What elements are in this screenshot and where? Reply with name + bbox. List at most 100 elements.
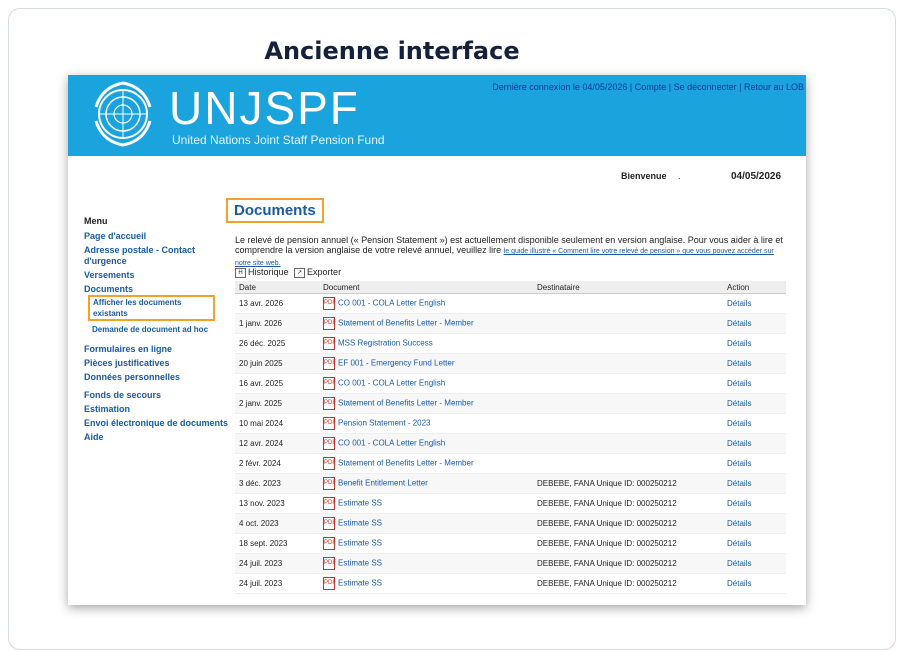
menu-item-forms[interactable]: Formulaires en ligne <box>84 344 232 355</box>
document-link[interactable]: Estimate SS <box>338 539 382 548</box>
row-recipient <box>533 433 723 454</box>
row-action: Détails <box>723 413 786 434</box>
document-link[interactable]: Estimate SS <box>338 519 382 528</box>
menu-item-personal-data[interactable]: Données personnelles <box>84 372 232 383</box>
details-link[interactable]: Détails <box>727 539 751 548</box>
export-button[interactable]: Exporter <box>307 267 341 277</box>
pdf-icon: PDF <box>323 457 336 470</box>
document-link[interactable]: CO 001 - COLA Letter English <box>338 439 445 448</box>
menu-item-help[interactable]: Aide <box>84 432 232 443</box>
details-link[interactable]: Détails <box>727 319 751 328</box>
row-document: PDF Estimate SS <box>319 573 533 594</box>
brand-subtitle: United Nations Joint Staff Pension Fund <box>172 133 385 147</box>
document-link[interactable]: Pension Statement - 2023 <box>338 419 431 428</box>
row-date: 10 mai 2024 <box>235 413 319 434</box>
row-action: Détails <box>723 573 786 594</box>
row-recipient <box>533 453 723 474</box>
row-recipient: DEBEBE, FANA Unique ID: 000250212 <box>533 513 723 534</box>
table-row: 12 avr. 2024 PDF CO 001 - COLA Letter Engl… <box>235 433 786 454</box>
pdf-icon: PDF <box>323 537 336 550</box>
row-date: 2 janv. 2025 <box>235 393 319 414</box>
col-recipient[interactable]: Destinataire <box>533 281 723 294</box>
row-recipient <box>533 393 723 414</box>
menu-item-emergency-fund[interactable]: Fonds de secours <box>84 390 232 401</box>
document-link[interactable]: Estimate SS <box>338 559 382 568</box>
col-document[interactable]: Document <box>319 281 533 294</box>
menu-sub-adhoc-request[interactable]: Demande de document ad hoc <box>92 324 232 335</box>
row-action: Détails <box>723 513 786 534</box>
details-link[interactable]: Détails <box>727 559 751 568</box>
header-banner: Dernière connexion le 04/05/2026 | Compt… <box>68 75 806 156</box>
intro-text: Le relevé de pension annuel (« Pension S… <box>235 235 787 269</box>
document-link[interactable]: Statement of Benefits Letter - Member <box>338 459 474 468</box>
row-date: 16 avr. 2025 <box>235 373 319 394</box>
document-link[interactable]: Estimate SS <box>338 499 382 508</box>
current-date: 04/05/2026 <box>731 171 782 182</box>
document-link[interactable]: CO 001 - COLA Letter English <box>338 299 445 308</box>
row-action: Détails <box>723 293 786 314</box>
documents-heading: Documents <box>226 198 324 223</box>
details-link[interactable]: Détails <box>727 379 751 388</box>
top-links[interactable]: Dernière connexion le 04/05/2026 | Compt… <box>492 82 804 92</box>
row-recipient: DEBEBE, FANA Unique ID: 000250212 <box>533 473 723 494</box>
row-recipient <box>533 313 723 334</box>
details-link[interactable]: Détails <box>727 499 751 508</box>
table-row: 18 sept. 2023 PDF Estimate SS DEBEBE, FANA … <box>235 533 786 554</box>
pdf-icon: PDF <box>323 337 336 350</box>
row-document: PDF Statement of Benefits Letter - Member <box>319 393 533 414</box>
table-row: 2 janv. 2025 PDF Statement of Benefits Let… <box>235 393 786 414</box>
details-link[interactable]: Détails <box>727 399 751 408</box>
table-row: 10 mai 2024 PDF Pension Statement - 2023 Dé… <box>235 413 786 434</box>
row-action: Détails <box>723 553 786 574</box>
details-link[interactable]: Détails <box>727 419 751 428</box>
row-action: Détails <box>723 353 786 374</box>
documents-table: Date Document Destinataire Action 13 avr… <box>235 281 786 594</box>
row-action: Détails <box>723 533 786 554</box>
row-recipient <box>533 333 723 354</box>
pdf-icon: PDF <box>323 417 336 430</box>
row-document: PDF Benefit Entitlement Letter <box>319 473 533 494</box>
menu-item-payments[interactable]: Versements <box>84 270 232 281</box>
menu-item-estimate[interactable]: Estimation <box>84 404 232 415</box>
document-link[interactable]: Statement of Benefits Letter - Member <box>338 319 474 328</box>
document-link[interactable]: EF 001 - Emergency Fund Letter <box>338 359 455 368</box>
row-date: 1 janv. 2026 <box>235 313 319 334</box>
menu-item-electronic-submission[interactable]: Envoi électronique de documents <box>84 418 232 429</box>
pdf-icon: PDF <box>323 397 336 410</box>
export-icon: ↗ <box>294 267 306 278</box>
details-link[interactable]: Détails <box>727 359 751 368</box>
col-action[interactable]: Action <box>723 281 786 294</box>
details-link[interactable]: Détails <box>727 339 751 348</box>
document-link[interactable]: CO 001 - COLA Letter English <box>338 379 445 388</box>
pdf-icon: PDF <box>323 437 336 450</box>
col-date[interactable]: Date <box>235 281 319 294</box>
menu-item-supporting-docs[interactable]: Pièces justificatives <box>84 358 232 369</box>
table-row: 26 déc. 2025 PDF MSS Registration Success D… <box>235 333 786 354</box>
document-link[interactable]: Statement of Benefits Letter - Member <box>338 399 474 408</box>
details-link[interactable]: Détails <box>727 299 751 308</box>
un-emblem-icon <box>88 81 158 156</box>
details-link[interactable]: Détails <box>727 579 751 588</box>
table-row: 24 juil. 2023 PDF Estimate SS DEBEBE, FANA … <box>235 573 786 594</box>
menu-sub-view-documents[interactable]: Afficher les documents existants <box>88 295 215 321</box>
document-link[interactable]: Benefit Entitlement Letter <box>338 479 428 488</box>
pdf-icon: PDF <box>323 477 336 490</box>
row-date: 12 avr. 2024 <box>235 433 319 454</box>
history-button[interactable]: Historique <box>248 267 289 277</box>
table-tools: H Historique ↗ Exporter <box>235 267 341 278</box>
row-action: Détails <box>723 373 786 394</box>
pdf-icon: PDF <box>323 497 336 510</box>
document-link[interactable]: Estimate SS <box>338 579 382 588</box>
document-link[interactable]: MSS Registration Success <box>338 339 433 348</box>
details-link[interactable]: Détails <box>727 479 751 488</box>
row-date: 13 avr. 2026 <box>235 293 319 314</box>
details-link[interactable]: Détails <box>727 519 751 528</box>
details-link[interactable]: Détails <box>727 459 751 468</box>
menu-item-address[interactable]: Adresse postale - Contact d'urgence <box>84 245 232 267</box>
row-document: PDF Estimate SS <box>319 513 533 534</box>
menu-item-documents[interactable]: Documents <box>84 284 232 295</box>
row-document: PDF CO 001 - COLA Letter English <box>319 373 533 394</box>
details-link[interactable]: Détails <box>727 439 751 448</box>
menu-item-home[interactable]: Page d'accueil <box>84 231 232 242</box>
row-document: PDF Estimate SS <box>319 493 533 514</box>
